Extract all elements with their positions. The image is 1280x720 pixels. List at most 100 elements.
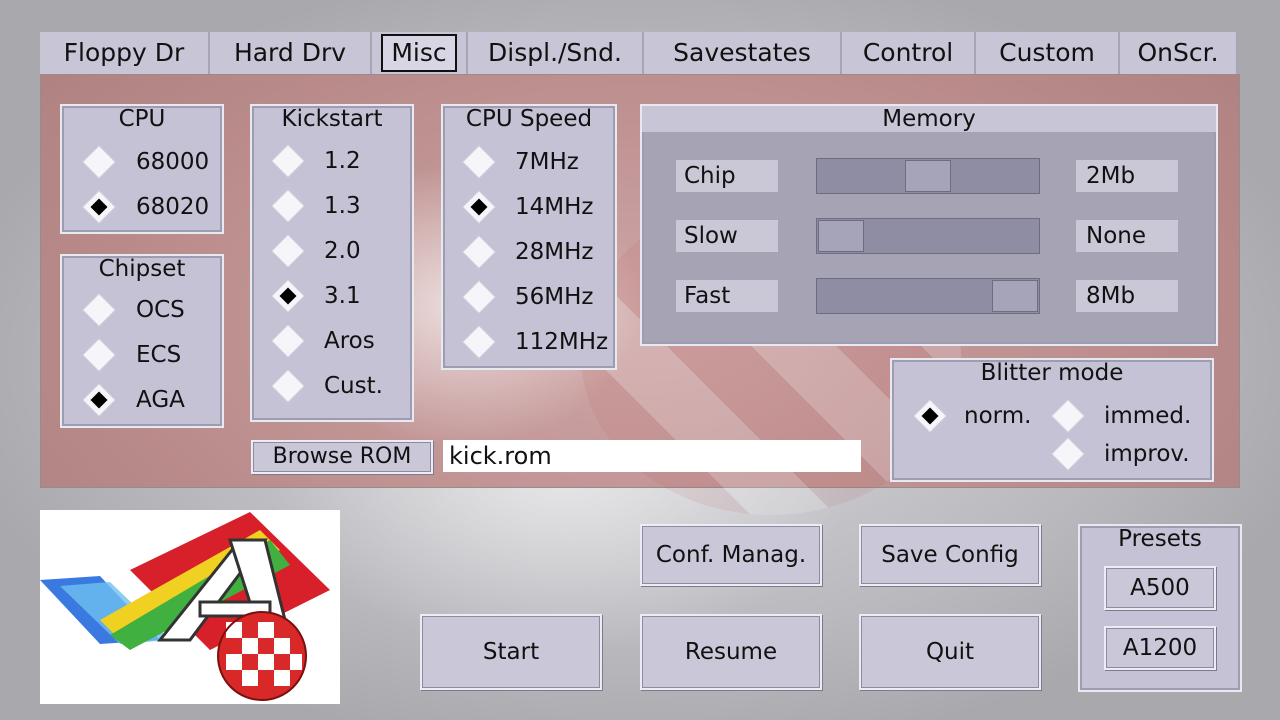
kickstart-option-1-3[interactable]: 1.3 — [252, 186, 412, 226]
cpu-speed-option-7mhz[interactable]: 7MHz — [443, 142, 615, 182]
kickstart-option-label: 1.3 — [324, 193, 361, 219]
memory-group: Memory Chip 2Mb Slow None Fast 8Mb — [640, 104, 1218, 346]
radio-diamond-icon — [1052, 438, 1084, 470]
kickstart-option-aros[interactable]: Aros — [252, 321, 412, 361]
radio-diamond-icon — [83, 294, 115, 326]
blitter-mode-title: Blitter mode — [980, 360, 1124, 386]
save-config-button[interactable]: Save Config — [859, 524, 1041, 586]
radio-diamond-selected-icon — [463, 191, 495, 223]
memory-title: Memory — [642, 106, 1216, 132]
amiga-logo — [40, 510, 340, 704]
resume-button[interactable]: Resume — [640, 614, 822, 690]
tab-custom[interactable]: Custom — [976, 32, 1120, 74]
cpu-option-68000[interactable]: 68000 — [62, 142, 222, 182]
radio-diamond-selected-icon — [83, 191, 115, 223]
memory-slow-slider[interactable] — [816, 218, 1040, 254]
preset-a1200-button[interactable]: A1200 — [1104, 626, 1216, 670]
kickstart-title: Kickstart — [281, 106, 383, 132]
memory-slow-value: None — [1076, 220, 1178, 252]
kickstart-option-custom[interactable]: Cust. — [252, 366, 412, 406]
cpu-title: CPU — [118, 106, 166, 132]
tab-misc[interactable]: Misc — [372, 32, 468, 74]
chipset-option-label: OCS — [136, 297, 185, 323]
tab-custom-label: Custom — [999, 38, 1095, 67]
tab-onscreen-label: OnScr. — [1137, 38, 1219, 67]
tab-onscreen[interactable]: OnScr. — [1120, 32, 1238, 74]
chipset-title: Chipset — [98, 256, 186, 282]
cpu-speed-option-112mhz[interactable]: 112MHz — [443, 322, 615, 362]
cpu-speed-option-28mhz[interactable]: 28MHz — [443, 232, 615, 272]
radio-diamond-icon — [463, 281, 495, 313]
chipset-option-aga[interactable]: AGA — [62, 380, 222, 420]
tab-misc-label: Misc — [381, 34, 457, 72]
chipset-option-label: ECS — [136, 342, 182, 368]
memory-fast-value: 8Mb — [1076, 280, 1178, 312]
rom-path-field[interactable]: kick.rom — [443, 440, 861, 472]
blitter-option-label: norm. — [964, 403, 1032, 429]
blitter-option-label: immed. — [1104, 403, 1192, 429]
start-button[interactable]: Start — [420, 614, 602, 690]
radio-diamond-icon — [463, 326, 495, 358]
tab-savestates[interactable]: Savestates — [644, 32, 842, 74]
chipset-option-ecs[interactable]: ECS — [62, 335, 222, 375]
memory-chip-slider-thumb[interactable] — [905, 160, 951, 192]
memory-chip-label: Chip — [676, 160, 778, 192]
tab-display-sound-label: Displ./Snd. — [488, 38, 622, 67]
cpu-speed-option-label: 56MHz — [515, 284, 594, 310]
radio-diamond-icon — [83, 339, 115, 371]
chipset-group: Chipset OCS ECS AGA — [60, 254, 224, 428]
cpu-speed-option-label: 28MHz — [515, 239, 594, 265]
tab-control-label: Control — [862, 38, 954, 67]
cpu-speed-option-14mhz[interactable]: 14MHz — [443, 187, 615, 227]
memory-fast-label: Fast — [676, 280, 778, 312]
kickstart-option-1-2[interactable]: 1.2 — [252, 141, 412, 181]
conf-manager-button[interactable]: Conf. Manag. — [640, 524, 822, 586]
presets-title: Presets — [1118, 526, 1202, 552]
chipset-option-ocs[interactable]: OCS — [62, 290, 222, 330]
radio-diamond-selected-icon — [914, 400, 946, 432]
kickstart-option-3-1[interactable]: 3.1 — [252, 276, 412, 316]
browse-rom-button[interactable]: Browse ROM — [251, 440, 433, 474]
cpu-option-68020[interactable]: 68020 — [62, 187, 222, 227]
radio-diamond-icon — [272, 190, 304, 222]
blitter-option-improved[interactable]: improv. — [1050, 434, 1210, 474]
radio-diamond-icon — [463, 146, 495, 178]
kickstart-option-label: Cust. — [324, 373, 383, 399]
radio-diamond-icon — [463, 236, 495, 268]
memory-fast-slider-thumb[interactable] — [992, 280, 1038, 312]
tab-display-sound[interactable]: Displ./Snd. — [468, 32, 644, 74]
memory-fast-slider[interactable] — [816, 278, 1040, 314]
quit-button[interactable]: Quit — [859, 614, 1041, 690]
blitter-option-label: improv. — [1104, 441, 1190, 467]
cpu-speed-title: CPU Speed — [465, 106, 593, 132]
blitter-option-normal[interactable]: norm. — [910, 396, 1050, 436]
cpu-speed-option-label: 112MHz — [515, 329, 609, 355]
preset-a500-button[interactable]: A500 — [1104, 566, 1216, 610]
kickstart-option-2-0[interactable]: 2.0 — [252, 231, 412, 271]
amiga-logo-icon — [40, 512, 330, 701]
presets-group: Presets A500 A1200 — [1078, 524, 1242, 692]
radio-diamond-selected-icon — [83, 384, 115, 416]
tab-savestates-label: Savestates — [673, 38, 811, 67]
cpu-option-label: 68020 — [136, 194, 210, 220]
chipset-option-label: AGA — [136, 387, 185, 413]
kickstart-option-label: 1.2 — [324, 148, 361, 174]
tab-control[interactable]: Control — [842, 32, 976, 74]
cpu-group: CPU 68000 68020 — [60, 104, 224, 234]
radio-diamond-icon — [272, 145, 304, 177]
blitter-mode-group: Blitter mode norm. immed. improv. — [890, 358, 1214, 482]
tab-hard-drive[interactable]: Hard Drv — [210, 32, 372, 74]
memory-chip-value: 2Mb — [1076, 160, 1178, 192]
cpu-option-label: 68000 — [136, 149, 210, 175]
memory-slow-label: Slow — [676, 220, 778, 252]
blitter-option-immediate[interactable]: immed. — [1050, 396, 1210, 436]
tab-floppy[interactable]: Floppy Dr — [40, 32, 210, 74]
radio-diamond-icon — [272, 325, 304, 357]
cpu-speed-option-56mhz[interactable]: 56MHz — [443, 277, 615, 317]
radio-diamond-selected-icon — [272, 280, 304, 312]
memory-chip-slider[interactable] — [816, 158, 1040, 194]
cpu-speed-group: CPU Speed 7MHz 14MHz 28MHz 56MHz 112MHz — [441, 104, 617, 370]
memory-slow-slider-thumb[interactable] — [818, 220, 864, 252]
kickstart-option-label: 2.0 — [324, 238, 361, 264]
tab-hard-drive-label: Hard Drv — [233, 38, 347, 67]
